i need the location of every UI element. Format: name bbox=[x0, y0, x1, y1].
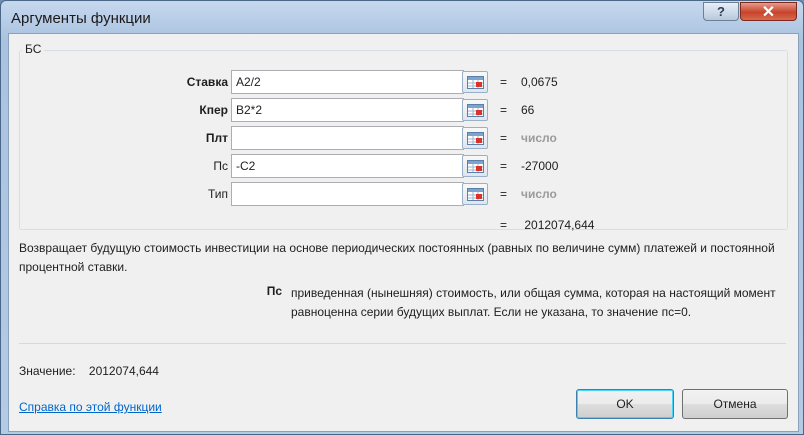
ok-button[interactable]: OK bbox=[576, 389, 674, 419]
formula-result-value: 2012074,644 bbox=[524, 218, 595, 232]
title-bar[interactable]: Аргументы функции ? ✕ bbox=[1, 1, 803, 35]
collapse-dialog-button[interactable] bbox=[462, 127, 488, 149]
function-help-link[interactable]: Справка по этой функции bbox=[19, 400, 162, 414]
collapse-dialog-button[interactable] bbox=[462, 155, 488, 177]
argument-result: 0,0675 bbox=[521, 75, 558, 89]
help-button[interactable]: ? bbox=[703, 2, 739, 21]
argument-row: Плт = число bbox=[9, 126, 798, 150]
collapse-dialog-button[interactable] bbox=[462, 71, 488, 93]
argument-equals: = bbox=[500, 75, 508, 89]
dialog-body: БС Ставка = 0,0675 Кпер = 66 Плт = число Пс = -2700… bbox=[8, 33, 799, 432]
range-select-icon-svg bbox=[467, 104, 484, 117]
current-param-description: приведенная (нынешняя) стоимость, или об… bbox=[291, 286, 776, 319]
argument-label: Кпер bbox=[199, 103, 228, 117]
argument-label: Тип bbox=[207, 187, 228, 201]
function-arguments-dialog: Аргументы функции ? ✕ БС Ставка = 0,0675 Кп… bbox=[0, 0, 804, 435]
collapse-dialog-button[interactable] bbox=[462, 183, 488, 205]
argument-input[interactable] bbox=[231, 126, 464, 150]
argument-input[interactable] bbox=[231, 98, 464, 122]
separator bbox=[19, 343, 786, 344]
collapse-dialog-button[interactable] bbox=[462, 99, 488, 121]
argument-result: число bbox=[521, 131, 557, 145]
range-select-icon-svg bbox=[467, 132, 484, 145]
function-description: Возвращает будущую стоимость инвестиции … bbox=[19, 241, 775, 274]
argument-row: Пс = -27000 bbox=[9, 154, 798, 178]
close-button[interactable]: ✕ bbox=[740, 2, 797, 21]
range-select-icon-svg bbox=[467, 160, 484, 173]
argument-equals: = bbox=[500, 187, 508, 201]
argument-result: число bbox=[521, 187, 557, 201]
argument-row: Кпер = 66 bbox=[9, 98, 798, 122]
question-mark-icon: ? bbox=[717, 4, 725, 19]
argument-result: 66 bbox=[521, 103, 535, 117]
argument-label: Ставка bbox=[186, 75, 228, 89]
argument-equals: = bbox=[500, 103, 508, 117]
formula-result-equals: = bbox=[500, 218, 508, 232]
current-param-name: Пс bbox=[266, 284, 282, 298]
argument-input[interactable] bbox=[231, 154, 464, 178]
formula-result-row: = 2012074,644 bbox=[500, 218, 594, 232]
value-line: Значение: 2012074,644 bbox=[19, 364, 159, 378]
range-select-icon-svg bbox=[467, 76, 484, 89]
window-title: Аргументы функции bbox=[11, 10, 151, 27]
argument-label: Плт bbox=[205, 131, 228, 145]
value-label: Значение: bbox=[19, 364, 76, 378]
argument-equals: = bbox=[500, 159, 508, 173]
value-result: 2012074,644 bbox=[88, 364, 159, 378]
argument-row: Тип = число bbox=[9, 182, 798, 206]
function-name-label: БС bbox=[22, 42, 45, 56]
cancel-button[interactable]: Отмена bbox=[682, 389, 788, 419]
argument-row: Ставка = 0,0675 bbox=[9, 70, 798, 94]
range-select-icon-svg bbox=[467, 188, 484, 201]
argument-input[interactable] bbox=[231, 182, 464, 206]
argument-equals: = bbox=[500, 131, 508, 145]
argument-result: -27000 bbox=[521, 159, 559, 173]
close-icon: ✕ bbox=[761, 3, 776, 21]
argument-input[interactable] bbox=[231, 70, 464, 94]
argument-label: Пс bbox=[213, 159, 228, 173]
